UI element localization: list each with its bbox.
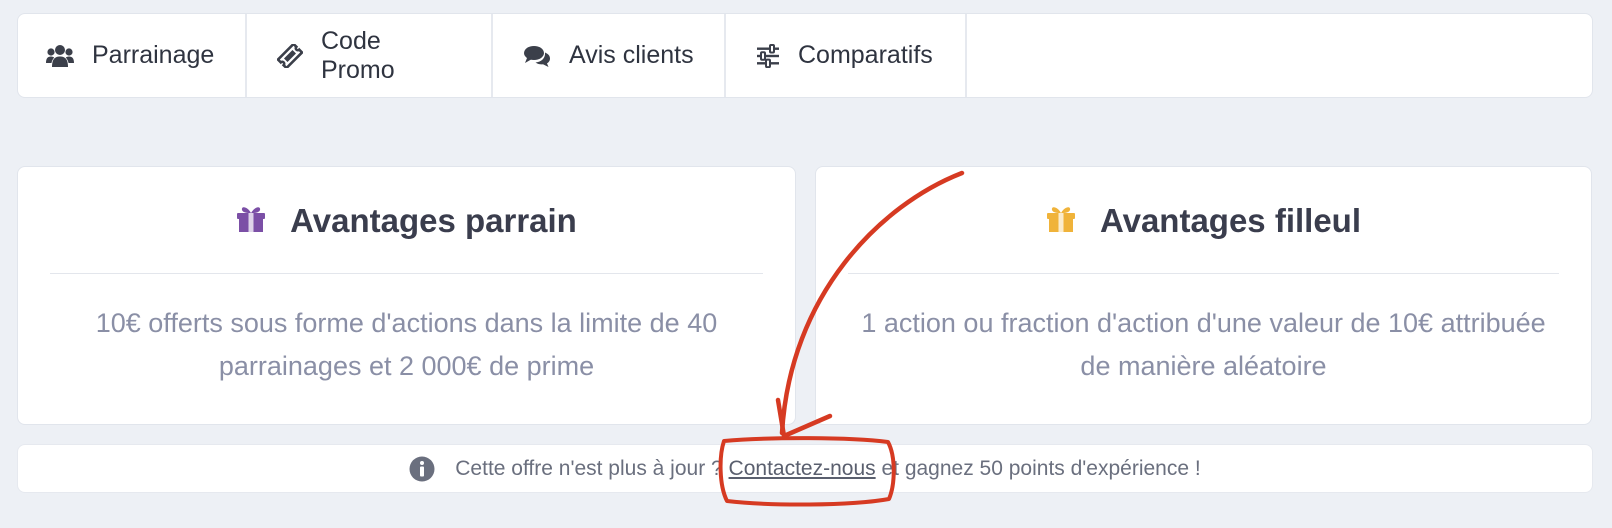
tab-label: Code Promo	[321, 26, 395, 84]
notice-text-after: et gagnez 50 points d'expérience !	[875, 456, 1201, 480]
sliders-icon	[756, 43, 780, 68]
tab-label: Avis clients	[569, 41, 694, 69]
category-tabs: Parrainage Code Promo Avis clients Compa…	[17, 13, 1593, 98]
outdated-offer-notice: Cette offre n'est plus à jour ? Contacte…	[17, 444, 1593, 493]
users-icon	[46, 44, 74, 68]
card-avantages-filleul: Avantages filleul 1 action ou fraction d…	[815, 166, 1592, 425]
tab-comparatifs[interactable]: Comparatifs	[726, 14, 967, 97]
gift-icon	[236, 205, 266, 238]
card-title: Avantages filleul	[1099, 202, 1362, 239]
tab-avis-clients[interactable]: Avis clients	[493, 14, 726, 97]
card-title: Avantages parrain	[290, 202, 577, 239]
gift-icon	[1046, 205, 1076, 238]
ticket-icon	[277, 43, 303, 68]
tab-label: Comparatifs	[798, 41, 933, 69]
card-description: 1 action ou fraction d'action d'une vale…	[861, 308, 1546, 381]
card-header: Avantages parrain	[50, 167, 763, 274]
card-header: Avantages filleul	[848, 167, 1559, 274]
tab-code-promo[interactable]: Code Promo	[247, 14, 493, 97]
contact-us-link[interactable]: Contactez-nous	[729, 457, 876, 481]
tab-label: Parrainage	[92, 41, 215, 69]
comments-icon	[523, 44, 551, 68]
tab-parrainage[interactable]: Parrainage	[18, 14, 247, 97]
info-circle-icon	[409, 456, 435, 482]
card-description: 10€ offerts sous forme d'actions dans la…	[95, 308, 718, 381]
card-avantages-parrain: Avantages parrain 10€ offerts sous forme…	[17, 166, 796, 425]
notice-text-before: Cette offre n'est plus à jour ?	[455, 456, 729, 480]
